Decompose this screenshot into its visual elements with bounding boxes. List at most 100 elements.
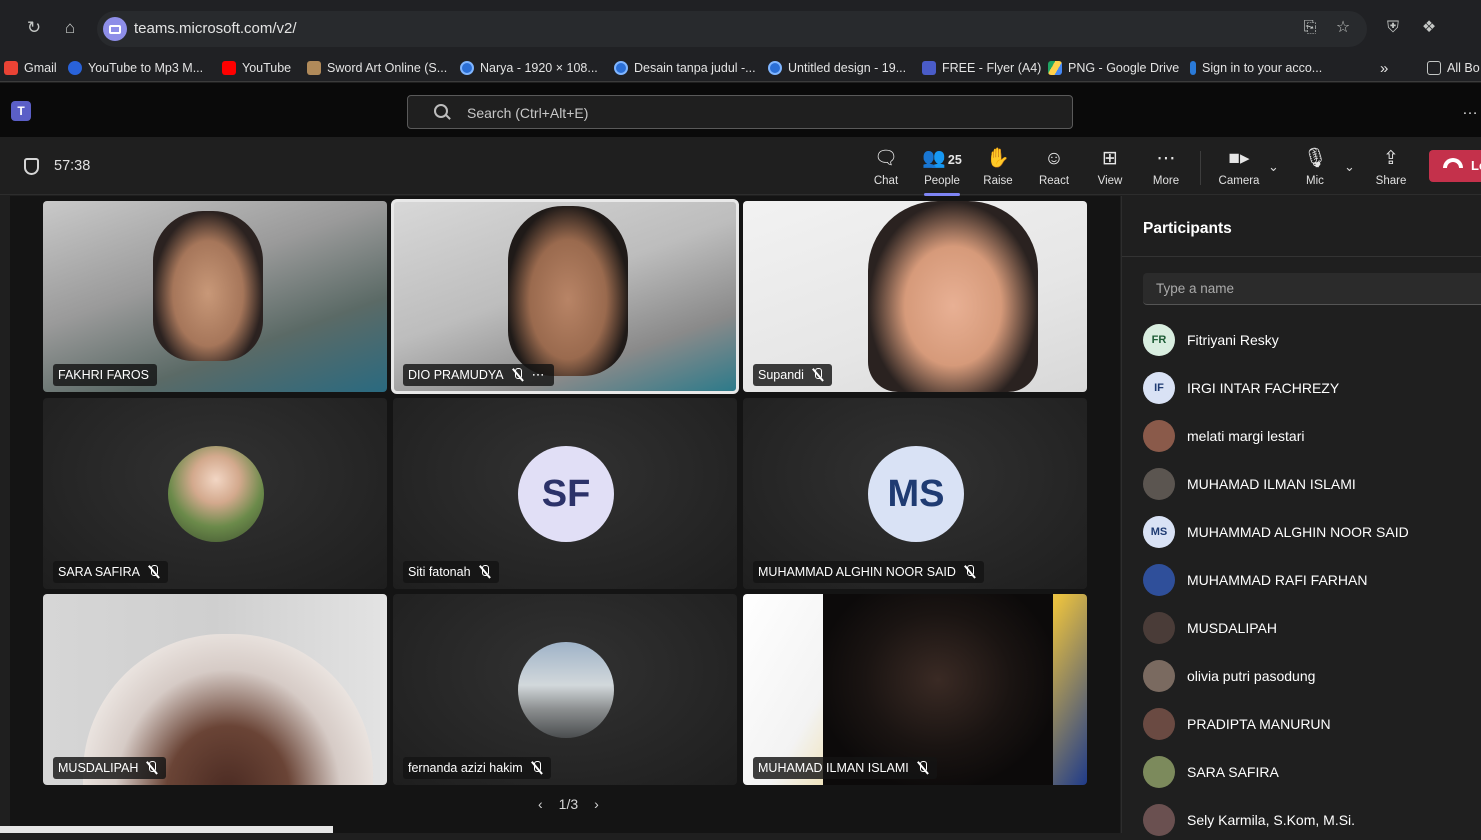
participant-row[interactable]: Sely Karmila, S.Kom, M.Si. (1143, 800, 1355, 840)
avatar (1143, 660, 1175, 692)
participant-row[interactable]: SARA SAFIRA (1143, 752, 1279, 792)
search-input[interactable] (467, 103, 1027, 123)
participant-row[interactable]: MS MUHAMMAD ALGHIN NOOR SAID (1143, 512, 1409, 552)
bookmark-flyer[interactable]: FREE - Flyer (A4) (922, 59, 1041, 77)
url-text[interactable]: teams.microsoft.com/v2/ (134, 20, 297, 37)
search-box[interactable] (407, 95, 1073, 129)
raise-hand-button[interactable]: ✋ Raise (970, 147, 1026, 191)
participant-video (868, 201, 1038, 392)
panel-title: Participants (1143, 220, 1232, 237)
participant-row[interactable]: MUSDALIPAH (1143, 608, 1277, 648)
participant-row[interactable]: MUHAMMAD RAFI FARHAN (1143, 560, 1367, 600)
flyer-icon (922, 61, 936, 75)
video-tile-supandi[interactable]: Supandi (743, 201, 1087, 392)
mic-options-chevron-icon[interactable]: ⌄ (1344, 159, 1355, 175)
meeting-info-shield-icon[interactable] (24, 158, 39, 175)
canva-icon (460, 61, 474, 75)
sao-icon (307, 61, 321, 75)
camera-icon: ■▸ (1228, 148, 1250, 169)
participant-row[interactable]: FR Fitriyani Resky (1143, 320, 1279, 360)
home-icon[interactable]: ⌂ (58, 16, 82, 40)
name-tag: MUHAMMAD ALGHIN NOOR SAID (753, 561, 984, 583)
view-button[interactable]: ⊞ View (1082, 147, 1138, 191)
video-stage: FAKHRI FAROS DIO PRAMUDYA ⋯ Supandi SARA … (10, 196, 1120, 833)
participant-name: MUHAMMAD ALGHIN NOOR SAID (1187, 524, 1409, 540)
more-options-icon[interactable]: ⋯ (532, 367, 546, 383)
install-app-icon[interactable]: ⎘ (1300, 18, 1320, 38)
more-bookmarks-icon[interactable]: » (1380, 59, 1388, 77)
participant-row[interactable]: IF IRGI INTAR FACHREZY (1143, 368, 1339, 408)
canva-icon (768, 61, 782, 75)
participant-name: PRADIPTA MANURUN (1187, 716, 1331, 732)
avatar (1143, 420, 1175, 452)
canva-icon (614, 61, 628, 75)
name-tag: fernanda azizi hakim (403, 757, 551, 779)
video-tile-fakhri-faros[interactable]: FAKHRI FAROS (43, 201, 387, 392)
bookmarks-bar: Gmail YouTube to Mp3 M... YouTube Sword … (0, 52, 1481, 82)
more-button[interactable]: ⋯ More (1138, 147, 1194, 191)
participant-video (508, 206, 628, 376)
chevron-right-icon[interactable]: › (594, 796, 599, 812)
video-tile-sara-safira[interactable]: SARA SAFIRA (43, 398, 387, 589)
site-video-icon (103, 17, 127, 41)
folder-icon (1427, 61, 1441, 75)
more-options-icon[interactable]: … (1462, 101, 1479, 119)
bookmark-google-drive[interactable]: PNG - Google Drive (1048, 59, 1179, 77)
participants-panel: Participants FR Fitriyani Resky IF IRGI INT… (1121, 196, 1481, 836)
sign-in-icon (1190, 61, 1196, 75)
bookmark-untitled[interactable]: Untitled design - 19... (768, 59, 906, 77)
video-tile-siti-fatonah[interactable]: SF Siti fatonah (393, 398, 737, 589)
page-indicator: 1/3 (558, 796, 579, 812)
avatar: IF (1143, 372, 1175, 404)
panel-divider (1122, 256, 1481, 257)
extension-shield-icon[interactable]: ⛨ (1383, 18, 1403, 38)
teams-header: T … (0, 83, 1481, 137)
bookmark-youtube-mp3[interactable]: YouTube to Mp3 M... (68, 59, 203, 77)
bookmark-narya[interactable]: Narya - 1920 × 108... (460, 59, 598, 77)
extensions-icon[interactable]: ❖ (1419, 18, 1439, 38)
leave-button[interactable]: Le (1429, 150, 1481, 182)
people-button[interactable]: 👥 25 People (914, 147, 970, 196)
bookmark-star-icon[interactable]: ☆ (1333, 18, 1353, 38)
mic-off-icon (812, 368, 824, 382)
bookmark-gmail[interactable]: Gmail (4, 59, 57, 77)
chat-icon: 🗨 (873, 148, 899, 169)
video-tile-musdalipah[interactable]: MUSDALIPAH (43, 594, 387, 785)
react-button[interactable]: ☺ React (1026, 147, 1082, 191)
bookmark-youtube[interactable]: YouTube (222, 59, 291, 77)
camera-options-chevron-icon[interactable]: ⌄ (1268, 159, 1279, 175)
reload-icon[interactable]: ↻ (22, 16, 46, 40)
participant-search-input[interactable] (1143, 273, 1481, 305)
bookmark-desain[interactable]: Desain tanpa judul -... (614, 59, 756, 77)
participant-name: Sely Karmila, S.Kom, M.Si. (1187, 812, 1356, 828)
participant-video (153, 211, 263, 361)
camera-button[interactable]: ■▸ Camera (1211, 147, 1267, 191)
share-button[interactable]: ⇪ Share (1363, 147, 1419, 191)
address-bar[interactable]: teams.microsoft.com/v2/ (97, 11, 1367, 47)
name-tag: FAKHRI FAROS (53, 364, 157, 386)
taskbar-strip (0, 826, 333, 833)
video-tile-fernanda-azizi-hakim[interactable]: fernanda azizi hakim (393, 594, 737, 785)
participant-name: MUSDALIPAH (1187, 620, 1277, 636)
mic-off-icon (917, 761, 929, 775)
bookmark-all[interactable]: All Bo (1427, 59, 1480, 77)
participant-row[interactable]: PRADIPTA MANURUN (1143, 704, 1331, 744)
video-tile-muhammad-alghin[interactable]: MS MUHAMMAD ALGHIN NOOR SAID (743, 398, 1087, 589)
avatar (1143, 756, 1175, 788)
avatar (1143, 468, 1175, 500)
bookmark-sword-art[interactable]: Sword Art Online (S... (307, 59, 447, 77)
bookmark-sign-in[interactable]: Sign in to your acco... (1190, 59, 1322, 77)
participant-row[interactable]: melati margi lestari (1143, 416, 1304, 456)
name-tag: DIO PRAMUDYA ⋯ (403, 364, 554, 386)
video-tile-muhamad-ilman-islami[interactable]: MUHAMAD ILMAN ISLAMI (743, 594, 1087, 785)
video-tile-dio-pramudya[interactable]: DIO PRAMUDYA ⋯ (391, 199, 739, 394)
name-tag: SARA SAFIRA (53, 561, 168, 583)
participant-row[interactable]: MUHAMAD ILMAN ISLAMI (1143, 464, 1356, 504)
participant-row[interactable]: olivia putri pasodung (1143, 656, 1315, 696)
chevron-left-icon[interactable]: ‹ (538, 796, 543, 812)
chat-button[interactable]: 🗨 Chat (858, 147, 914, 191)
participant-name: MUHAMAD ILMAN ISLAMI (1187, 476, 1356, 492)
participant-name: SARA SAFIRA (1187, 764, 1279, 780)
mic-button[interactable]: 🎙 Mic (1287, 147, 1343, 191)
grid-view-icon: ⊞ (1102, 148, 1118, 169)
